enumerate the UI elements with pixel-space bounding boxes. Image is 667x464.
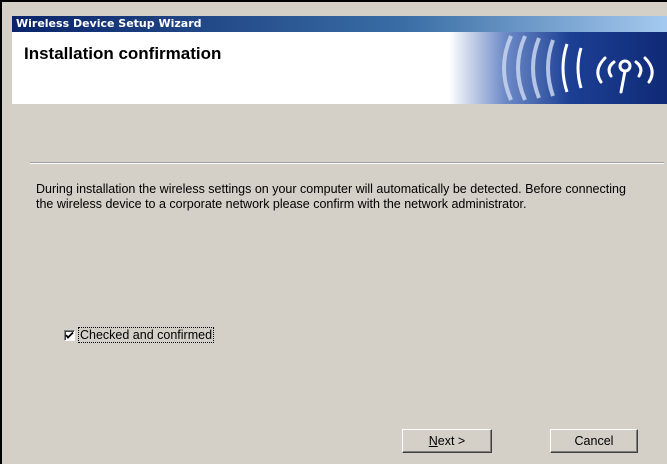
checkbox-checked-icon[interactable] [64, 329, 75, 341]
cancel-button[interactable]: Cancel [550, 429, 638, 453]
page-title: Installation confirmation [24, 44, 222, 63]
header-divider [30, 162, 664, 164]
confirm-checkbox-label[interactable]: Checked and confirmed [77, 327, 215, 343]
next-button-mnemonic: N [428, 434, 438, 448]
window-title: Wireless Device Setup Wizard [16, 17, 202, 30]
next-button-label: ext > [437, 434, 466, 448]
description-text: During installation the wireless setting… [36, 182, 626, 211]
wizard-header: Installation confirmation [12, 32, 667, 104]
next-button[interactable]: Next > [402, 429, 492, 453]
title-bar[interactable]: Wireless Device Setup Wizard [12, 16, 667, 32]
cancel-button-label: Cancel [574, 434, 614, 448]
wireless-signal-icon [449, 32, 667, 104]
wizard-window: Wireless Device Setup Wizard Installatio… [0, 0, 667, 464]
confirm-checkbox[interactable]: Checked and confirmed [64, 327, 215, 343]
